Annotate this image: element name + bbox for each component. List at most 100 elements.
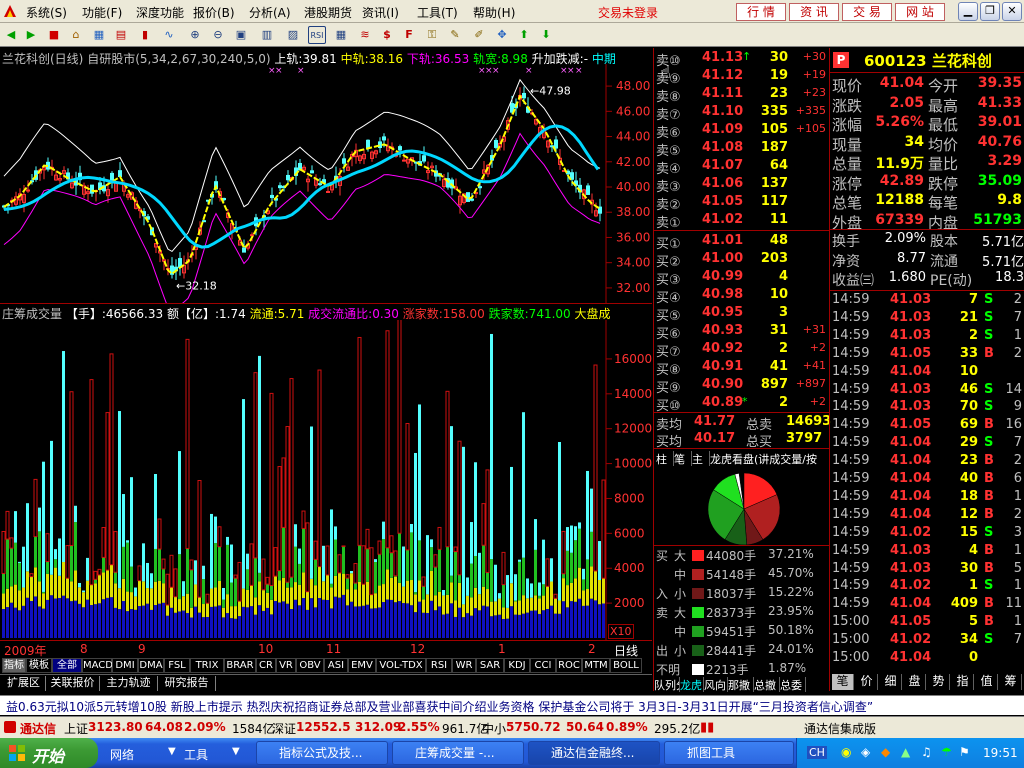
zx-name[interactable]: 中小 (482, 720, 506, 737)
zx-percent[interactable]: 0.89% (606, 720, 648, 734)
dragon-tab-0[interactable]: 柱 (656, 451, 674, 466)
quote-tab-4[interactable]: 势 (928, 674, 950, 690)
mini-chart-icon[interactable]: ▤ (112, 26, 130, 44)
tray-icon-5[interactable]: ♫ (921, 745, 932, 759)
indicator-tab-fsl[interactable]: FSL (164, 658, 190, 673)
network-toolbar[interactable]: 网络 (110, 746, 134, 763)
indicator-tab-obv[interactable]: OBV (296, 658, 324, 673)
price-chart[interactable]: 48.00 46.00 44.00 42.00 40.00 38.00 36.00 34.00… (0, 64, 652, 304)
menu-function[interactable]: 功能(F) (82, 4, 122, 21)
tray-icon-3[interactable]: ◆ (881, 745, 890, 759)
ask-row[interactable]: 卖⑩ 41.13 ↑ 30 +30 (654, 49, 830, 69)
sh-change[interactable]: 64.08 (145, 720, 183, 734)
bar-icon[interactable]: ▦ (332, 26, 350, 44)
stop-icon[interactable]: ■ (45, 26, 63, 44)
extension-tab-2[interactable]: 主力轨迹 (100, 676, 158, 691)
indicator-tab-emv[interactable]: EMV (348, 658, 376, 673)
sz-name[interactable]: 深证 (272, 720, 296, 737)
menu-hk-futures[interactable]: 港股期货 (304, 4, 352, 21)
lines-icon[interactable]: ≋ (356, 26, 374, 44)
quote-tab-7[interactable]: 筹 (1000, 674, 1022, 690)
tools-toolbar[interactable]: 工具 (184, 746, 208, 763)
task-tdx[interactable]: 通达信金融终... (528, 741, 660, 765)
indicator-tab-rsi[interactable]: RSI (426, 658, 452, 673)
quote-tab-2[interactable]: 细 (880, 674, 902, 690)
bid-row[interactable]: 买② 41.00 203 (654, 250, 830, 270)
bid-row[interactable]: 买⑧ 40.91 41 +41 (654, 358, 830, 378)
back-icon[interactable]: ◀ (2, 26, 20, 44)
tray-icon-6[interactable]: ☂ (941, 745, 952, 759)
indicator-tab-指标[interactable]: 指标 (2, 658, 26, 673)
ask-row[interactable]: 卖⑤ 41.08 187 (654, 139, 830, 159)
website-button[interactable]: 网 站 (895, 3, 945, 21)
zx-index[interactable]: 5750.72 (506, 720, 561, 734)
dragon-tab-3[interactable]: 龙虎看盘(讲成交量/按 (710, 451, 830, 466)
news-button[interactable]: 资 讯 (789, 3, 839, 21)
indicator-tab-kdj[interactable]: KDJ (504, 658, 530, 673)
tools-dropdown-icon[interactable]: ▼ (232, 746, 240, 757)
tray-icon-7[interactable]: ⚑ (959, 745, 970, 759)
menu-tools[interactable]: 工具(T) (417, 4, 458, 21)
home-icon[interactable]: ⌂ (67, 26, 85, 44)
bid-row[interactable]: 买① 41.01 48 (654, 232, 830, 252)
dragon-bottom-tab-5[interactable]: 总委 (780, 677, 806, 692)
extension-tab-3[interactable]: 研究报告 (158, 676, 216, 691)
volume-chart[interactable]: 16000 14000 12000 10000 8000 6000 4000 2000 (0, 320, 652, 640)
menu-quote[interactable]: 报价(B) (193, 4, 235, 21)
vertical-icon[interactable]: ▥ (258, 26, 276, 44)
candle-icon[interactable]: ▮ (136, 26, 154, 44)
bid-row[interactable]: 买⑦ 40.92 2 +2 (654, 340, 830, 360)
dragon-bottom-tab-3[interactable]: 那撒 (728, 677, 754, 692)
ask-row[interactable]: 卖④ 41.07 64 (654, 157, 830, 177)
quote-tab-5[interactable]: 指 (952, 674, 974, 690)
market-button[interactable]: 行 情 (736, 3, 786, 21)
zoom-in-icon[interactable]: ⊕ (186, 26, 204, 44)
news-ticker[interactable]: 益0.63元拟10派5元转增10股 新股上市提示 热烈庆祝招商证券总部及营业部喜… (0, 695, 1024, 715)
ask-row[interactable]: 卖⑨ 41.12 19 +19 (654, 67, 830, 87)
line-icon[interactable]: ∿ (160, 26, 178, 44)
indicator-tab-cci[interactable]: CCI (530, 658, 556, 673)
menu-system[interactable]: 系统(S) (26, 4, 67, 21)
f10-icon[interactable]: ▨ (284, 26, 302, 44)
dollar-icon[interactable]: $ (378, 26, 396, 44)
indicator-tab-vr[interactable]: VR (276, 658, 296, 673)
clock[interactable]: 19:51 (983, 746, 1018, 760)
sz-change[interactable]: 312.09 (355, 720, 401, 734)
ask-row[interactable]: 卖⑧ 41.11 23 +23 (654, 85, 830, 105)
minimize-button[interactable]: ▁ (958, 2, 978, 21)
indicator-tab-brar[interactable]: BRAR (224, 658, 256, 673)
rsi-icon[interactable]: RSI (308, 26, 326, 44)
network-dropdown-icon[interactable]: ▼ (168, 746, 176, 757)
indicator-tab-trix[interactable]: TRIX (190, 658, 224, 673)
dragon-bottom-tab-1[interactable]: 龙虎 (680, 677, 704, 692)
bid-row[interactable]: 买⑥ 40.93 31 +31 (654, 322, 830, 342)
indicator-tab-mtm[interactable]: MTM (582, 658, 610, 673)
task-capture[interactable]: 抓图工具 (664, 741, 794, 765)
bid-row[interactable]: 买⑤ 40.95 3 (654, 304, 830, 324)
sh-amount[interactable]: 1584亿 (232, 720, 275, 737)
ask-row[interactable]: 卖② 41.05 117 (654, 193, 830, 213)
lock-icon[interactable]: ⚿ (423, 26, 441, 44)
task-formula[interactable]: 指标公式及技... (256, 741, 388, 765)
tray-icon-4[interactable]: ▲ (901, 745, 910, 759)
indicator-tab-模板[interactable]: 模板 (26, 658, 52, 673)
bid-row[interactable]: 买⑩ 40.89 * 2 +2 (654, 394, 830, 414)
ask-row[interactable]: 卖① 41.02 11 (654, 211, 830, 231)
zx-amount[interactable]: 295.2亿 (654, 720, 700, 737)
quote-tab-0[interactable]: 笔 (832, 674, 854, 690)
forward-icon[interactable]: ▶ (22, 26, 40, 44)
x10-label[interactable]: X10 (608, 624, 634, 639)
sz-percent[interactable]: 2.55% (398, 720, 440, 734)
dragon-bottom-tab-4[interactable]: 总撤 (754, 677, 780, 692)
indicator-tab-cr[interactable]: CR (256, 658, 276, 673)
extension-tab-1[interactable]: 关联报价 (46, 676, 100, 691)
ask-row[interactable]: 卖⑥ 41.09 105 +105 (654, 121, 830, 141)
tray-icon-1[interactable]: ◉ (841, 745, 851, 759)
sh-name[interactable]: 上证 (64, 720, 88, 737)
quote-tab-6[interactable]: 值 (976, 674, 998, 690)
dragon-bottom-tab-0[interactable]: 队列分布 (654, 677, 680, 692)
indicator-tab-dmi[interactable]: DMI (112, 658, 138, 673)
sh-index[interactable]: 3123.80 (88, 720, 143, 734)
trade-button[interactable]: 交 易 (842, 3, 892, 21)
tray-icon-2[interactable]: ◈ (861, 745, 870, 759)
